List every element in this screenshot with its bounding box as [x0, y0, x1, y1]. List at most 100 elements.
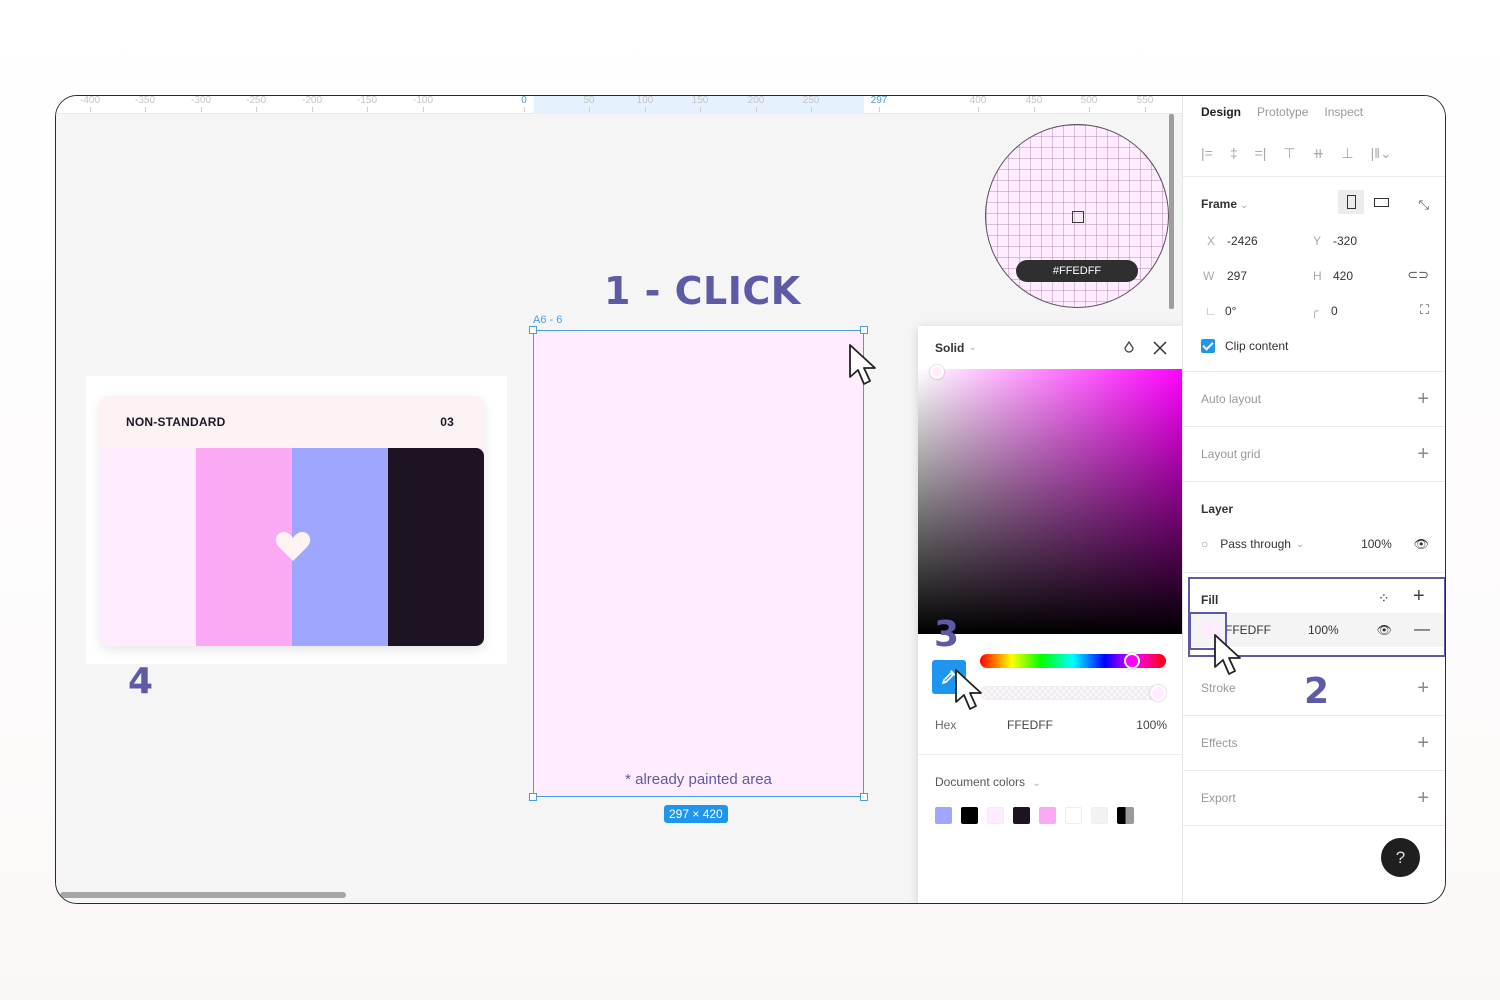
layer-opacity-input[interactable]: 100%	[1361, 537, 1392, 551]
layer-section-title: Layer	[1201, 502, 1234, 516]
ruler-tick-mark	[756, 107, 757, 112]
tab-design[interactable]: Design	[1201, 105, 1241, 130]
align-horizontal-center-icon[interactable]: ‡	[1230, 145, 1238, 161]
chevron-down-icon: ⌄	[1240, 200, 1249, 211]
document-color-swatch[interactable]	[1013, 807, 1030, 824]
step-1-label: 1 - CLICK	[604, 269, 801, 313]
ruler-tick-label: 400	[969, 95, 987, 106]
selected-frame[interactable]: * already painted area	[529, 326, 868, 801]
effects-section: Effects +	[1183, 716, 1445, 770]
mouse-cursor-icon	[849, 344, 876, 385]
constrain-proportions-icon[interactable]: ⊂⊃	[1407, 267, 1429, 283]
ruler-tick-label: 297	[870, 95, 888, 106]
vertical-scrollbar[interactable]	[1169, 114, 1174, 309]
add-effect-button[interactable]: +	[1417, 732, 1429, 755]
hue-knob[interactable]	[1124, 653, 1140, 669]
document-color-swatch[interactable]	[1039, 807, 1056, 824]
step-3-label: 3	[934, 614, 960, 655]
resize-handle-top-left[interactable]	[529, 326, 537, 334]
distribute-icon[interactable]: |‖⌄	[1371, 145, 1392, 162]
document-color-swatch[interactable]	[935, 807, 952, 824]
ruler-tick-mark	[1145, 107, 1146, 112]
style-icon[interactable]	[1123, 340, 1135, 355]
horizontal-scrollbar[interactable]	[60, 892, 346, 898]
ruler-tick-mark	[1089, 107, 1090, 112]
document-color-swatch[interactable]	[1065, 807, 1082, 824]
chevron-down-icon[interactable]: ⌄	[968, 342, 976, 353]
height-input[interactable]: 420	[1333, 269, 1353, 283]
magnifier-hex-label: #FFEDFF	[1016, 260, 1138, 282]
ruler-tick-label: 450	[1025, 95, 1043, 106]
saturation-knob[interactable]	[930, 365, 944, 379]
align-top-icon[interactable]: ⊤	[1283, 145, 1295, 162]
hex-input[interactable]: FFEDFF	[1007, 718, 1053, 732]
opacity-input[interactable]: 100%	[1136, 718, 1167, 732]
portrait-icon	[1346, 195, 1356, 209]
x-position-field[interactable]: X -2426	[1207, 234, 1258, 248]
palette-swatch[interactable]	[100, 448, 196, 646]
independent-corners-icon[interactable]: ⛶	[1420, 302, 1429, 318]
portrait-button[interactable]	[1338, 190, 1364, 214]
frame-size-badge: 297 × 420	[664, 805, 728, 823]
step-2-label: 2	[1304, 671, 1330, 712]
properties-panel: Design Prototype Inspect |= ‡ =| ⊤ ⧺ ⊥ |…	[1182, 96, 1445, 903]
y-position-field[interactable]: Y -320	[1313, 234, 1357, 248]
clip-content-checkbox[interactable]: Clip content	[1201, 339, 1288, 353]
help-button[interactable]: ?	[1381, 838, 1420, 877]
landscape-button[interactable]	[1368, 190, 1394, 214]
document-color-swatch[interactable]	[987, 807, 1004, 824]
align-right-icon[interactable]: =|	[1255, 145, 1267, 161]
x-input[interactable]: -2426	[1227, 234, 1258, 248]
width-input[interactable]: 297	[1227, 269, 1247, 283]
blend-mode-dropdown[interactable]: Pass through	[1220, 537, 1291, 551]
color-magnifier: #FFEDFF	[985, 124, 1169, 308]
ruler-tick-mark	[879, 107, 880, 112]
hue-slider[interactable]	[980, 653, 1166, 669]
frame-preset-dropdown[interactable]: Frame ⌄	[1201, 197, 1248, 211]
ruler-tick-mark	[811, 107, 812, 112]
clip-content-label: Clip content	[1225, 339, 1289, 353]
document-color-swatch[interactable]	[1091, 807, 1108, 824]
mouse-cursor-icon	[1214, 634, 1241, 675]
add-layout-grid-button[interactable]: +	[1417, 443, 1429, 466]
opacity-knob[interactable]	[1150, 685, 1166, 701]
checkbox-checked-icon[interactable]	[1201, 339, 1215, 353]
eye-icon[interactable]: 👁	[1414, 537, 1429, 551]
layer-section: Layer ○ Pass through ⌄ 100% 👁	[1183, 482, 1445, 572]
resize-to-fit-icon[interactable]: ⤡	[1419, 197, 1429, 213]
frame-name-label[interactable]: A6 - 6	[533, 314, 562, 326]
rotation-input[interactable]: 0°	[1225, 304, 1236, 318]
ruler-tick-label: -250	[245, 95, 267, 106]
resize-handle-top-right[interactable]	[860, 326, 868, 334]
add-stroke-button[interactable]: +	[1417, 677, 1429, 700]
fill-type-dropdown[interactable]: Solid	[935, 341, 964, 355]
saturation-brightness-area[interactable]	[918, 365, 1184, 634]
palette-swatch[interactable]	[388, 448, 484, 646]
tab-prototype[interactable]: Prototype	[1257, 105, 1308, 130]
ruler-tick-label: 150	[691, 95, 709, 106]
ruler-tick-label: 0	[521, 95, 527, 106]
width-field[interactable]: W 297	[1203, 269, 1247, 283]
palette-card[interactable]: NON-STANDARD 03	[100, 396, 484, 646]
tab-inspect[interactable]: Inspect	[1324, 105, 1363, 130]
close-icon[interactable]	[1153, 340, 1167, 355]
add-auto-layout-button[interactable]: +	[1417, 388, 1429, 411]
align-bottom-icon[interactable]: ⊥	[1341, 145, 1353, 162]
canvas[interactable]: NON-STANDARD 03 4 1 - CLICK A6 - 6 * alr…	[56, 114, 1184, 903]
resize-handle-bottom-left[interactable]	[529, 793, 537, 801]
document-color-swatch[interactable]	[1117, 807, 1134, 824]
align-vertical-center-icon[interactable]: ⧺	[1313, 145, 1325, 162]
height-field[interactable]: H 420	[1313, 269, 1353, 283]
document-color-swatch[interactable]	[961, 807, 978, 824]
document-colors-dropdown[interactable]: Document colors ⌄	[935, 775, 1041, 789]
rotation-field[interactable]: ∟ 0°	[1205, 304, 1236, 318]
corner-radius-field[interactable]: ╭ 0	[1311, 304, 1338, 318]
y-input[interactable]: -320	[1333, 234, 1357, 248]
resize-handle-bottom-right[interactable]	[860, 793, 868, 801]
align-left-icon[interactable]: |=	[1201, 145, 1213, 161]
corner-radius-input[interactable]: 0	[1331, 304, 1338, 318]
color-format-dropdown[interactable]: Hex	[935, 718, 1007, 732]
opacity-slider[interactable]	[980, 685, 1166, 701]
color-picker-header: Solid ⌄	[918, 326, 1184, 369]
add-export-button[interactable]: +	[1417, 787, 1429, 810]
